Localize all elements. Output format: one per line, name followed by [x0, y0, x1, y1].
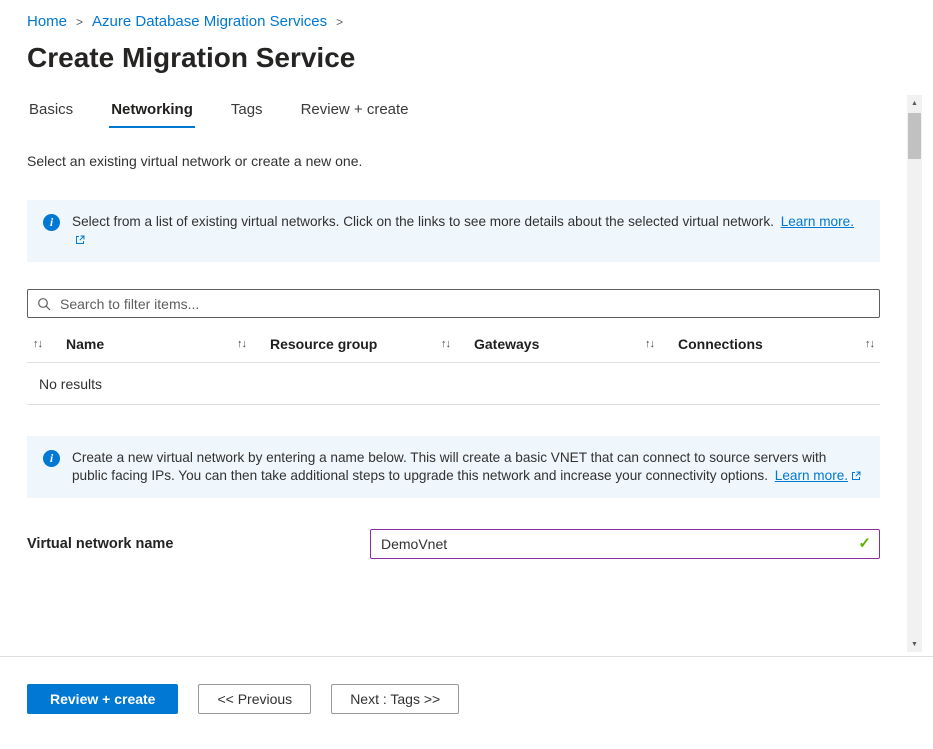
- info-box-existing-message: Select from a list of existing virtual n…: [72, 214, 774, 229]
- virtual-network-name-label: Virtual network name: [27, 536, 370, 552]
- learn-more-link[interactable]: Learn more.: [775, 468, 861, 483]
- scroll-up-icon[interactable]: ▲: [907, 95, 922, 111]
- breadcrumb-home-link[interactable]: Home: [27, 13, 67, 30]
- column-header-gateways[interactable]: ↑↓ Gateways: [435, 336, 639, 352]
- info-icon: i: [43, 450, 60, 467]
- breadcrumb-dms-link[interactable]: Azure Database Migration Services: [92, 13, 327, 30]
- scrollbar-thumb[interactable]: [908, 113, 921, 159]
- info-box-existing-text: Select from a list of existing virtual n…: [72, 213, 864, 249]
- virtual-network-name-field: ✓: [370, 529, 880, 559]
- sort-icon[interactable]: ↑↓: [441, 338, 450, 350]
- column-header-resource-group-label: Resource group: [270, 336, 377, 352]
- info-icon: i: [43, 214, 60, 231]
- breadcrumb-separator-icon: >: [76, 14, 83, 29]
- search-input[interactable]: [27, 289, 880, 318]
- scroll-down-icon[interactable]: ▼: [907, 636, 922, 652]
- column-header-connections[interactable]: ↑↓ Connections: [639, 336, 843, 352]
- tab-review-create[interactable]: Review + create: [299, 101, 411, 128]
- page-title: Create Migration Service: [27, 42, 880, 74]
- info-box-new-vnet: i Create a new virtual network by enteri…: [27, 436, 880, 498]
- column-header-gateways-label: Gateways: [474, 336, 539, 352]
- virtual-network-name-row: Virtual network name ✓: [27, 529, 880, 559]
- learn-more-label: Learn more.: [775, 468, 848, 483]
- column-header-name[interactable]: ↑↓ Name: [27, 336, 231, 352]
- column-header-name-label: Name: [66, 336, 104, 352]
- next-tags-button[interactable]: Next : Tags >>: [331, 684, 459, 714]
- column-header-connections-label: Connections: [678, 336, 763, 352]
- tab-bar: Basics Networking Tags Review + create: [27, 101, 880, 128]
- info-box-new-message: Create a new virtual network by entering…: [72, 450, 826, 483]
- footer-bar: Review + create << Previous Next : Tags …: [0, 656, 933, 749]
- external-link-icon: [75, 235, 85, 245]
- sort-icon[interactable]: ↑↓: [865, 338, 880, 350]
- external-link-icon: [851, 471, 861, 481]
- tab-networking[interactable]: Networking: [109, 101, 195, 128]
- search-icon: [37, 297, 51, 311]
- info-box-new-text: Create a new virtual network by entering…: [72, 449, 864, 485]
- sort-icon[interactable]: ↑↓: [33, 338, 42, 350]
- table-empty-row: No results: [27, 363, 880, 405]
- breadcrumb-separator-icon: >: [336, 14, 343, 29]
- table-header: ↑↓ Name ↑↓ Resource group ↑↓ Gateways ↑↓…: [27, 325, 880, 363]
- previous-button[interactable]: << Previous: [198, 684, 311, 714]
- learn-more-label: Learn more.: [781, 214, 854, 229]
- tab-basics[interactable]: Basics: [27, 101, 75, 128]
- tab-tags[interactable]: Tags: [229, 101, 265, 128]
- no-results-text: No results: [39, 376, 102, 392]
- column-header-resource-group[interactable]: ↑↓ Resource group: [231, 336, 435, 352]
- breadcrumb: Home > Azure Database Migration Services…: [27, 13, 880, 30]
- intro-text: Select an existing virtual network or cr…: [27, 153, 880, 169]
- sort-icon[interactable]: ↑↓: [645, 338, 654, 350]
- review-create-button[interactable]: Review + create: [27, 684, 178, 714]
- create-migration-service-page: Home > Azure Database Migration Services…: [0, 0, 880, 559]
- sort-icon[interactable]: ↑↓: [237, 338, 246, 350]
- virtual-network-name-input[interactable]: [370, 529, 880, 559]
- vertical-scrollbar[interactable]: ▲ ▼: [907, 95, 922, 652]
- valid-check-icon: ✓: [858, 534, 871, 552]
- info-box-existing-vnet: i Select from a list of existing virtual…: [27, 200, 880, 262]
- search-box: [27, 289, 880, 318]
